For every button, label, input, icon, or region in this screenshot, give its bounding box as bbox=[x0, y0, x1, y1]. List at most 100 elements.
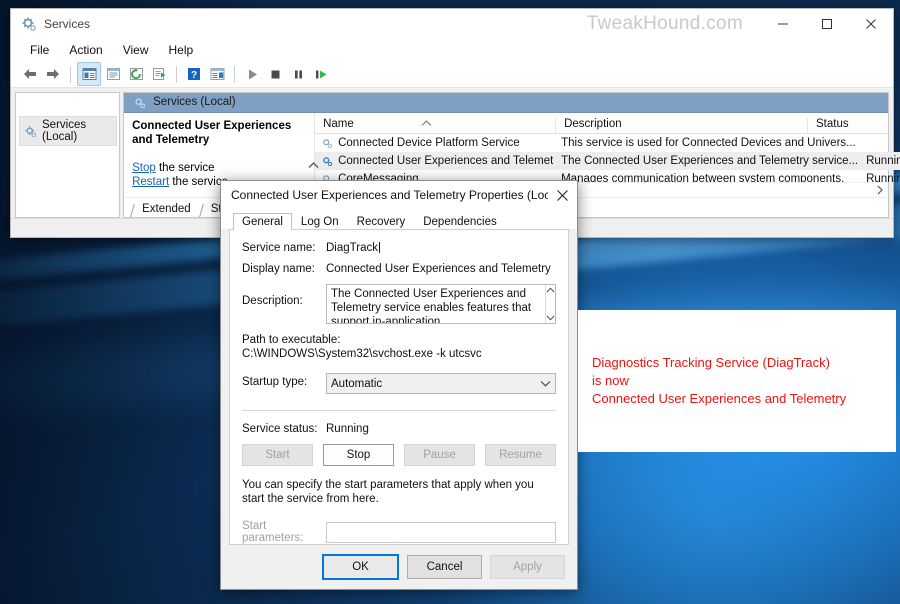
description-value: The Connected User Experiences and Telem… bbox=[327, 285, 545, 323]
scroll-up-icon[interactable] bbox=[546, 287, 555, 293]
service-name-field[interactable]: DiagTrack bbox=[326, 242, 556, 254]
section-divider bbox=[242, 410, 556, 411]
column-header-status[interactable]: Status bbox=[807, 118, 872, 133]
display-name-row: Display name: Connected User Experiences… bbox=[242, 263, 556, 275]
dialog-titlebar: Connected User Experiences and Telemetry… bbox=[221, 181, 577, 209]
stop-service-icon[interactable] bbox=[264, 63, 286, 85]
svg-text:?: ? bbox=[191, 70, 197, 81]
tab-log-on[interactable]: Log On bbox=[292, 213, 348, 230]
sidebar-item-services-local[interactable]: Services (Local) bbox=[19, 116, 117, 146]
ascending-sort-icon bbox=[421, 120, 432, 127]
start-button[interactable]: Start bbox=[242, 444, 313, 466]
pause-service-icon[interactable] bbox=[287, 63, 309, 85]
description-textarea[interactable]: The Connected User Experiences and Telem… bbox=[326, 284, 556, 324]
start-parameters-help-text: You can specify the start parameters tha… bbox=[242, 478, 556, 506]
row-name-text: Connected Device Platform Service bbox=[338, 137, 520, 149]
column-header-name-label: Name bbox=[323, 118, 354, 130]
row-name-text: Connected User Experiences and Telemetry bbox=[338, 155, 553, 167]
pause-button[interactable]: Pause bbox=[404, 444, 475, 466]
column-header-description[interactable]: Description bbox=[555, 118, 807, 133]
selected-service-title: Connected User Experiences and Telemetry bbox=[132, 119, 308, 147]
maximize-icon[interactable] bbox=[805, 9, 849, 39]
menubar: File Action View Help bbox=[11, 39, 893, 61]
chevron-up-icon[interactable] bbox=[307, 161, 320, 170]
minimize-icon[interactable] bbox=[761, 9, 805, 39]
service-name-label: Service name: bbox=[242, 242, 326, 254]
path-to-executable-block: Path to executable: C:\WINDOWS\System32\… bbox=[242, 333, 556, 361]
ok-button[interactable]: OK bbox=[322, 554, 399, 580]
restart-service-link[interactable]: Restart bbox=[132, 176, 169, 188]
row-description-cell: This service is used for Connected Devic… bbox=[553, 137, 858, 149]
toolbar-separator-3 bbox=[234, 66, 235, 83]
dialog-general-panel: Service name: DiagTrack Display name: Co… bbox=[229, 229, 569, 545]
properties-icon[interactable] bbox=[102, 63, 124, 85]
startup-type-value: Automatic bbox=[331, 378, 382, 390]
text-caret bbox=[379, 242, 380, 253]
scroll-right-icon[interactable] bbox=[876, 185, 884, 195]
table-row[interactable]: Connected User Experiences and Telemetry… bbox=[315, 152, 900, 170]
table-row[interactable]: Connected Device Platform Service This s… bbox=[315, 134, 900, 152]
window-titlebar: Services TweakHound.com bbox=[11, 9, 893, 39]
service-name-row: Service name: DiagTrack bbox=[242, 242, 556, 254]
show-hide-tree-icon[interactable] bbox=[77, 62, 101, 86]
tree-pane-header bbox=[16, 93, 119, 113]
cancel-button[interactable]: Cancel bbox=[407, 555, 482, 579]
tab-general[interactable]: General bbox=[233, 213, 292, 230]
stop-service-suffix: the service bbox=[156, 162, 215, 174]
menu-item-help[interactable]: Help bbox=[160, 41, 203, 59]
show-hide-action-pane-icon[interactable] bbox=[206, 63, 228, 85]
watermark-text: TweakHound.com bbox=[587, 13, 743, 35]
tree-pane: Services (Local) bbox=[15, 92, 120, 218]
listview-rows: Connected Device Platform Service This s… bbox=[315, 134, 900, 183]
tab-dependencies[interactable]: Dependencies bbox=[414, 213, 506, 230]
stop-service-link[interactable]: Stop bbox=[132, 162, 156, 174]
menu-item-view[interactable]: View bbox=[114, 41, 158, 59]
listview-body: Connected Device Platform Service This s… bbox=[315, 134, 888, 183]
apply-button[interactable]: Apply bbox=[490, 555, 565, 579]
startup-type-label: Startup type: bbox=[242, 373, 326, 388]
startup-type-row: Startup type: Automatic bbox=[242, 373, 556, 394]
description-row: Description: The Connected User Experien… bbox=[242, 284, 556, 324]
detail-pane-title: Services (Local) bbox=[153, 96, 235, 108]
start-parameters-row: Start parameters: bbox=[242, 520, 556, 544]
display-name-value[interactable]: Connected User Experiences and Telemetry bbox=[326, 263, 556, 275]
dialog-title: Connected User Experiences and Telemetry… bbox=[231, 188, 548, 202]
row-name-cell: Connected Device Platform Service bbox=[315, 137, 553, 149]
annotation-line-2: is now bbox=[592, 372, 846, 390]
start-service-icon[interactable] bbox=[241, 63, 263, 85]
service-status-row: Service status: Running bbox=[242, 423, 556, 435]
service-control-buttons: Start Stop Pause Resume bbox=[242, 444, 556, 466]
service-name-value: DiagTrack bbox=[326, 242, 378, 254]
tab-extended[interactable]: Extended bbox=[132, 203, 201, 217]
status-badge: Running bbox=[326, 423, 556, 435]
start-parameters-input[interactable] bbox=[326, 522, 556, 543]
scroll-down-icon[interactable] bbox=[546, 315, 555, 321]
service-status-label: Service status: bbox=[242, 423, 326, 435]
start-parameters-label: Start parameters: bbox=[242, 520, 326, 544]
restart-service-icon[interactable] bbox=[310, 63, 332, 85]
column-header-name[interactable]: Name bbox=[315, 118, 555, 133]
refresh-icon[interactable] bbox=[125, 63, 147, 85]
chevron-down-icon bbox=[540, 380, 551, 387]
toolbar-separator-2 bbox=[176, 66, 177, 83]
description-scrollbar[interactable] bbox=[545, 285, 555, 323]
dialog-footer: OK Cancel Apply bbox=[221, 545, 577, 589]
close-icon[interactable] bbox=[849, 9, 893, 39]
description-label: Description: bbox=[242, 284, 326, 307]
help-icon[interactable]: ? bbox=[183, 63, 205, 85]
sidebar-item-label: Services (Local) bbox=[42, 119, 112, 143]
export-list-icon[interactable] bbox=[148, 63, 170, 85]
stop-button[interactable]: Stop bbox=[323, 444, 394, 466]
services-gear-icon bbox=[21, 16, 37, 32]
tab-recovery[interactable]: Recovery bbox=[348, 213, 415, 230]
startup-type-select[interactable]: Automatic bbox=[326, 373, 556, 394]
row-status-cell: Running bbox=[858, 155, 900, 167]
forward-icon[interactable] bbox=[42, 63, 64, 85]
listview-header: Name Description Status bbox=[315, 113, 888, 134]
close-icon[interactable] bbox=[548, 181, 577, 209]
stop-service-link-row[interactable]: Stop the service bbox=[132, 161, 308, 175]
menu-item-action[interactable]: Action bbox=[60, 41, 111, 59]
resume-button[interactable]: Resume bbox=[485, 444, 556, 466]
menu-item-file[interactable]: File bbox=[21, 41, 58, 59]
back-icon[interactable] bbox=[19, 63, 41, 85]
